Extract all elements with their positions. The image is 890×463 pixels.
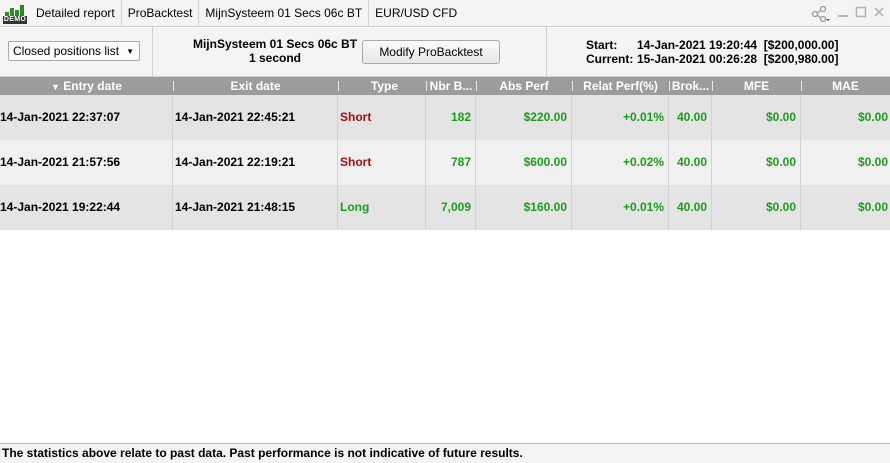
positions-table: 14-Jan-2021 22:37:07 14-Jan-2021 22:45:2… — [0, 95, 890, 230]
disclaimer-footer: The statistics above relate to past data… — [0, 443, 890, 463]
cell-exit-date: 14-Jan-2021 21:48:15 — [173, 185, 338, 230]
col-mfe[interactable]: MFE — [712, 77, 801, 95]
cell-mfe: $0.00 — [712, 185, 801, 230]
cell-mae: $0.00 — [857, 200, 888, 214]
cell-relat-perf: +0.01% — [572, 95, 669, 140]
cell-abs-perf: $600.00 — [476, 140, 572, 185]
cell-mfe: $0.00 — [712, 140, 801, 185]
cell-entry-date: 14-Jan-2021 22:37:07 — [0, 95, 173, 140]
cell-type: Long — [338, 185, 426, 230]
cell-relat-perf: +0.02% — [572, 140, 669, 185]
share-icon[interactable] — [810, 5, 832, 23]
col-mae[interactable]: MAE — [801, 77, 890, 95]
minimize-icon[interactable] — [836, 6, 850, 20]
cell-mfe: $0.00 — [712, 95, 801, 140]
title-instrument: EUR/USD CFD — [375, 6, 458, 20]
col-relat-perf[interactable]: Relat Perf(%) — [572, 77, 669, 95]
demo-badge: DEMO — [3, 16, 27, 24]
table-row[interactable]: 14-Jan-2021 22:37:07 14-Jan-2021 22:45:2… — [0, 95, 890, 140]
maximize-icon[interactable] — [854, 6, 868, 20]
table-row[interactable]: 14-Jan-2021 21:57:56 14-Jan-2021 22:19:2… — [0, 140, 890, 185]
window-titlebar: DEMO Detailed report ProBacktest MijnSys… — [0, 0, 890, 27]
cell-exit-date: 14-Jan-2021 22:19:21 — [173, 140, 338, 185]
start-label: Start: — [586, 38, 618, 52]
current-value: 15-Jan-2021 00:26:28 [$200,980.00] — [637, 52, 839, 66]
col-brokerage[interactable]: Brok... — [669, 77, 712, 95]
cell-abs-perf: $220.00 — [476, 95, 572, 140]
current-label: Current: — [586, 52, 634, 66]
view-select[interactable]: Closed positions list ▼ — [8, 41, 140, 61]
col-exit-date[interactable]: Exit date — [173, 77, 338, 95]
cell-brokerage: 40.00 — [669, 95, 712, 140]
cell-nbr-bars: 182 — [426, 95, 476, 140]
cell-brokerage: 40.00 — [669, 140, 712, 185]
view-select-value: Closed positions list — [13, 44, 120, 58]
cell-mae: $0.00 — [857, 155, 888, 169]
sort-desc-icon: ▼ — [51, 82, 60, 92]
cell-nbr-bars: 7,009 — [426, 185, 476, 230]
title-detailed-report: Detailed report — [30, 0, 122, 26]
cell-mae: $0.00 — [857, 110, 888, 124]
col-type[interactable]: Type — [338, 77, 426, 95]
system-interval: 1 second — [248, 51, 302, 65]
title-system-name: MijnSysteem 01 Secs 06c BT — [199, 0, 370, 26]
report-toolbar: Closed positions list ▼ MijnSysteem 01 S… — [0, 27, 890, 77]
table-row[interactable]: 14-Jan-2021 19:22:44 14-Jan-2021 21:48:1… — [0, 185, 890, 230]
cell-relat-perf: +0.01% — [572, 185, 669, 230]
system-info: MijnSysteem 01 Secs 06c BT 1 second — [160, 37, 390, 65]
modify-probacktest-button[interactable]: Modify ProBacktest — [362, 40, 500, 64]
cell-entry-date: 14-Jan-2021 21:57:56 — [0, 140, 173, 185]
col-abs-perf[interactable]: Abs Perf — [476, 77, 572, 95]
backtest-dates: Start: 14-Jan-2021 19:20:44 [$200,000.00… — [586, 38, 838, 66]
col-nbr-bars[interactable]: Nbr B... — [426, 77, 476, 95]
start-value: 14-Jan-2021 19:20:44 [$200,000.00] — [637, 38, 839, 52]
close-icon[interactable] — [872, 6, 886, 20]
system-name: MijnSysteem 01 Secs 06c BT — [192, 37, 358, 51]
cell-brokerage: 40.00 — [669, 185, 712, 230]
cell-type: Short — [338, 95, 426, 140]
demo-chart-icon: DEMO — [3, 1, 27, 25]
cell-abs-perf: $160.00 — [476, 185, 572, 230]
cell-nbr-bars: 787 — [426, 140, 476, 185]
col-entry-date[interactable]: ▼ Entry date — [0, 77, 173, 95]
cell-type: Short — [338, 140, 426, 185]
title-probacktest: ProBacktest — [122, 0, 200, 26]
table-header: ▼ Entry date Exit date Type Nbr B... Abs… — [0, 77, 890, 95]
chevron-down-icon: ▼ — [126, 46, 134, 56]
cell-exit-date: 14-Jan-2021 22:45:21 — [173, 95, 338, 140]
cell-entry-date: 14-Jan-2021 19:22:44 — [0, 185, 173, 230]
